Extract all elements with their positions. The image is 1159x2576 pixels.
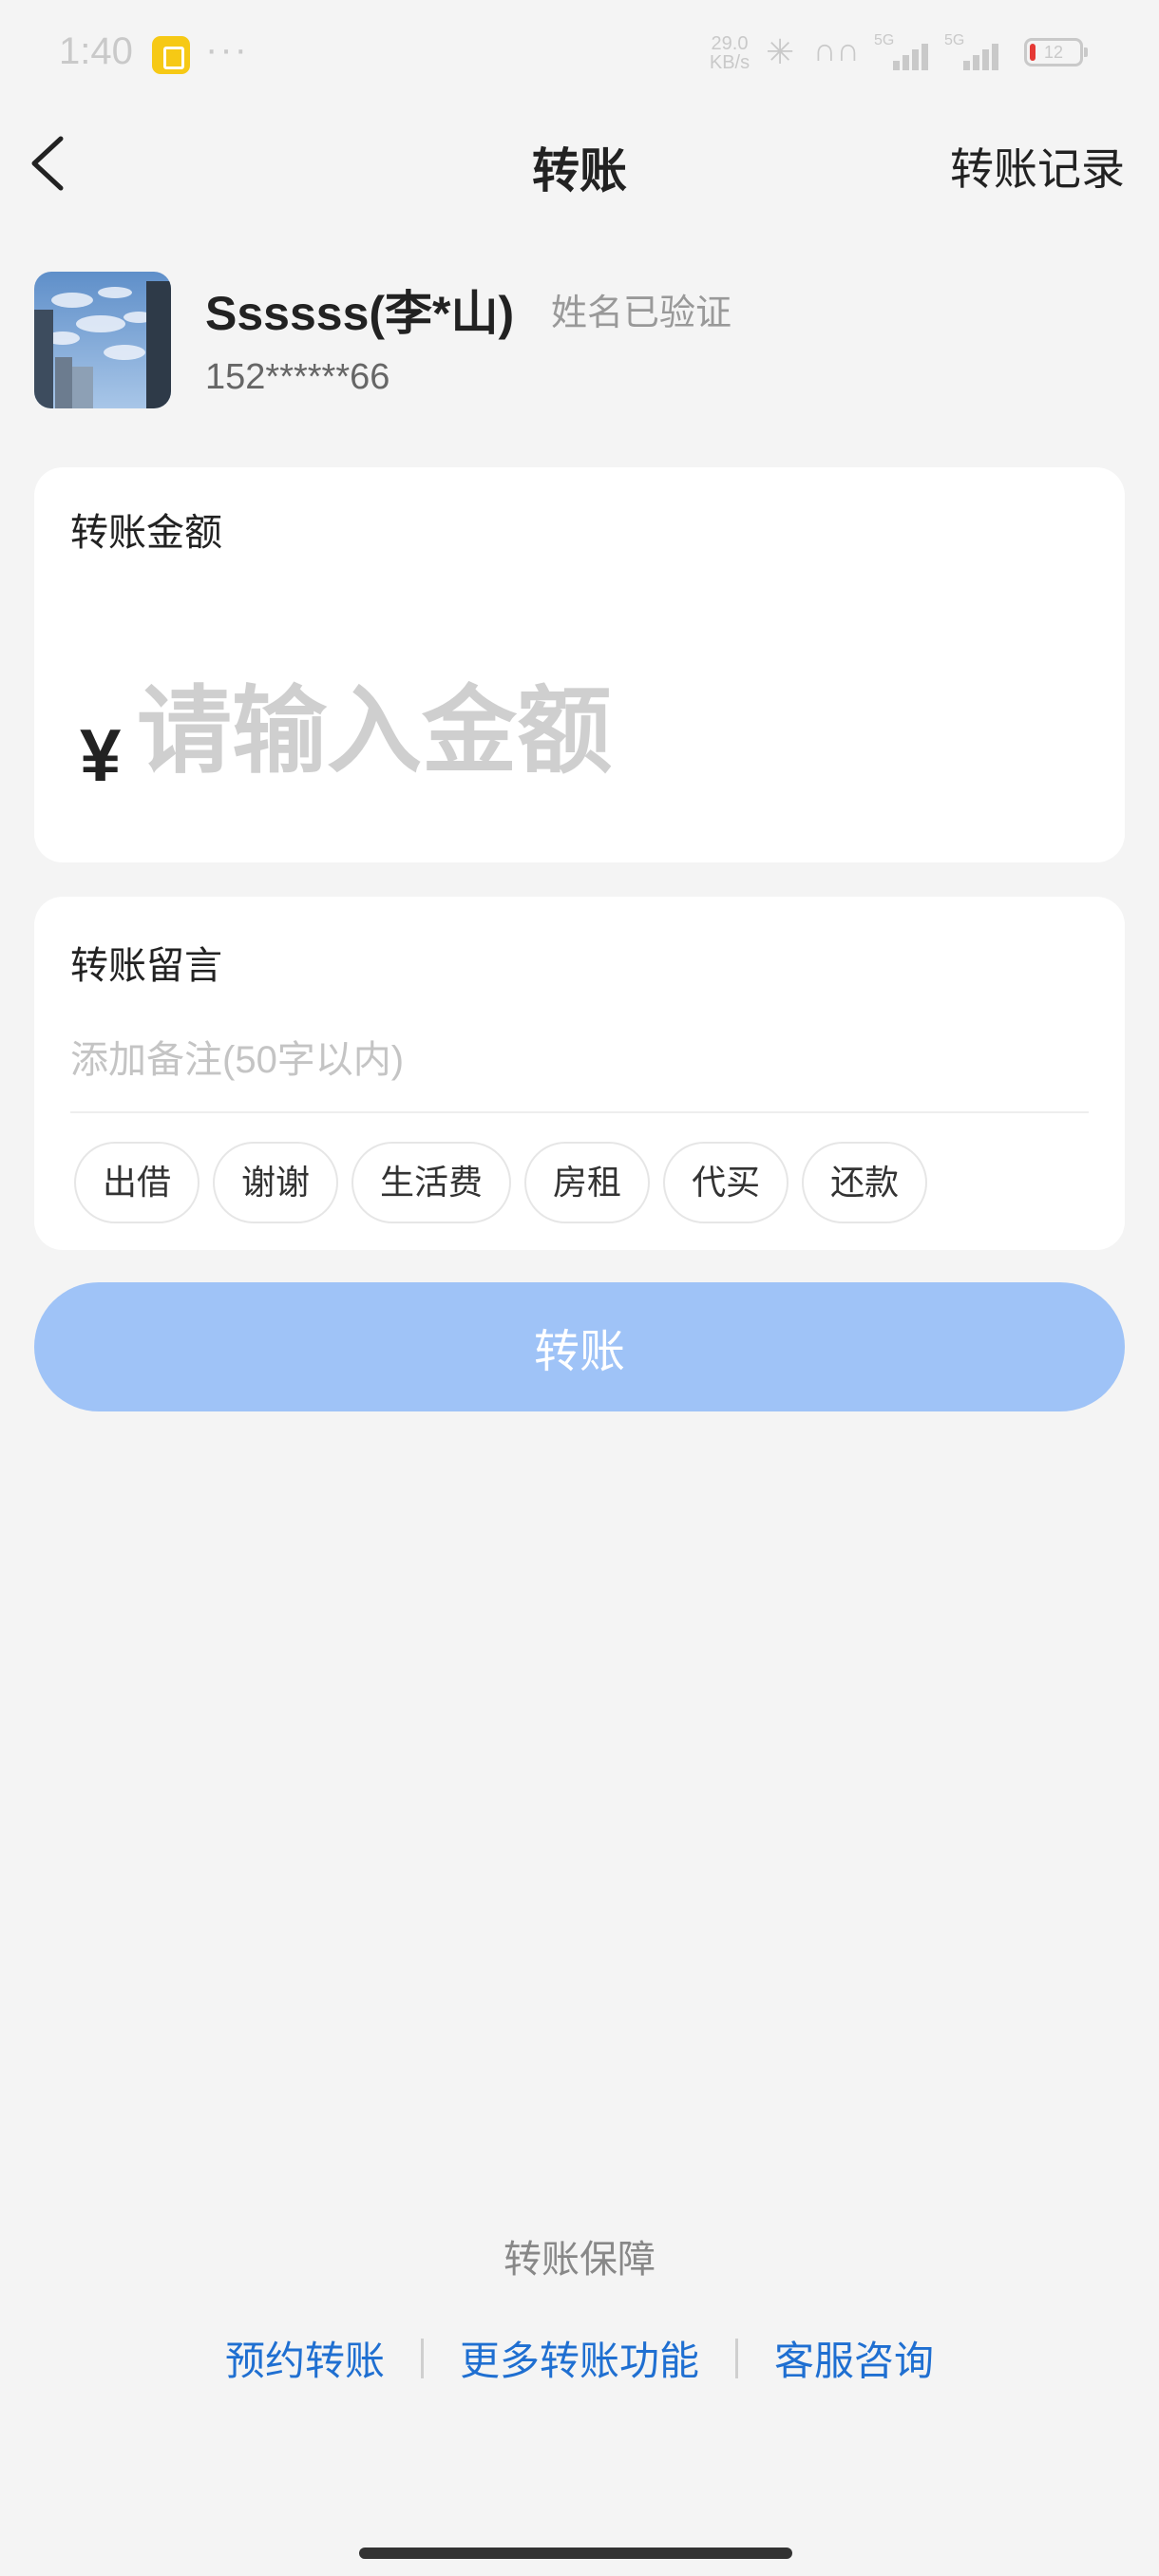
- signal-strength-icon: 5G: [944, 32, 1011, 70]
- memo-card: 转账留言 出借 谢谢 生活费 房租 代买 还款: [34, 897, 1125, 1250]
- signal-type-label: 5G: [944, 32, 965, 48]
- memo-chip[interactable]: 谢谢: [213, 1142, 339, 1223]
- amount-card: 转账金额 ¥: [34, 467, 1125, 862]
- status-time: 1:40: [59, 30, 133, 72]
- notification-app-icon: [152, 36, 190, 74]
- divider: [70, 1111, 1089, 1113]
- network-speed: 29.0 KB/s: [709, 33, 750, 73]
- memo-chip[interactable]: 生活费: [352, 1142, 512, 1223]
- scheduled-transfer-link[interactable]: 预约转账: [225, 2329, 385, 2387]
- transfer-page: 1:40 ··· 29.0 KB/s ✳ ∩∩ 5G 5G 12 转账 转账记录…: [0, 0, 1159, 2576]
- battery-icon: 12: [1024, 38, 1088, 66]
- name-verified-label: 姓名已验证: [551, 294, 732, 333]
- avatar: [34, 272, 171, 408]
- earbuds-icon: ∩∩: [813, 32, 860, 68]
- footer-links: 预约转账 更多转账功能 客服咨询: [0, 2329, 1159, 2387]
- payee-phone: 152******66: [205, 357, 390, 397]
- home-indicator[interactable]: [359, 2548, 792, 2559]
- divider: [735, 2338, 738, 2378]
- payee-name: Ssssss(李*山): [205, 287, 515, 340]
- amount-input[interactable]: [137, 665, 897, 798]
- customer-service-link[interactable]: 客服咨询: [774, 2329, 934, 2387]
- memo-chip[interactable]: 代买: [663, 1142, 789, 1223]
- transfer-guarantee-label: 转账保障: [504, 2239, 656, 2281]
- more-transfer-features-link[interactable]: 更多转账功能: [460, 2329, 699, 2387]
- memo-chip[interactable]: 还款: [802, 1142, 928, 1223]
- memo-chip-list: 出借 谢谢 生活费 房租 代买 还款: [74, 1142, 928, 1223]
- memo-input[interactable]: [70, 1022, 1077, 1098]
- currency-symbol: ¥: [80, 713, 122, 797]
- signal-type-label: 5G: [874, 32, 895, 48]
- divider: [420, 2338, 424, 2378]
- transfer-records-link[interactable]: 转账记录: [950, 135, 1125, 198]
- memo-chip[interactable]: 出借: [74, 1142, 200, 1223]
- signal-strength-icon: 5G: [874, 32, 940, 70]
- more-notifications-icon: ···: [205, 28, 249, 70]
- bluetooth-icon: ✳: [766, 32, 795, 71]
- status-bar: 1:40 ··· 29.0 KB/s ✳ ∩∩ 5G 5G 12: [0, 0, 1159, 104]
- amount-label: 转账金额: [70, 512, 222, 554]
- memo-chip[interactable]: 房租: [524, 1142, 651, 1223]
- memo-label: 转账留言: [70, 945, 222, 987]
- battery-level: 12: [1043, 43, 1064, 62]
- transfer-button[interactable]: 转账: [34, 1282, 1125, 1411]
